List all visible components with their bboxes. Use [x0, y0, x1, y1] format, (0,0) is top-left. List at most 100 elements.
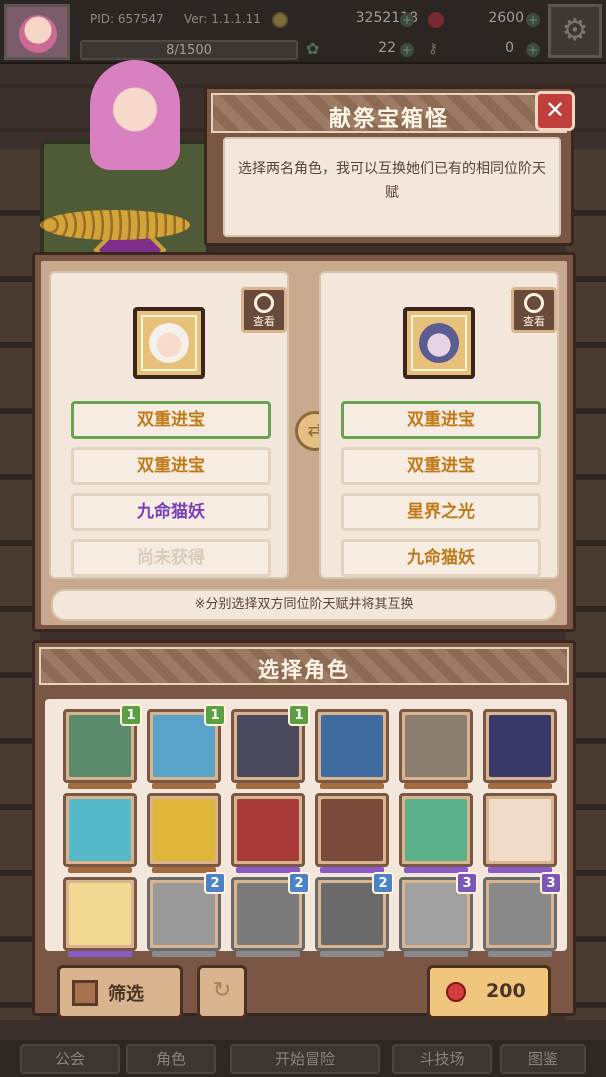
xp-text: 8/1500 [166, 43, 212, 58]
reset-button[interactable]: ↻ [197, 965, 247, 1019]
settings-gear-icon[interactable]: ⚙ [548, 4, 602, 58]
character-select-title-bar: 选择角色 [39, 647, 569, 685]
left-talent-1[interactable]: 双重进宝 [71, 401, 271, 439]
brown-hair-girl-icon [321, 799, 383, 861]
ruby-gem-icon [428, 12, 444, 28]
slot-rarity-bar [68, 783, 132, 789]
character-slot[interactable]: 1 [63, 704, 142, 789]
event-title: 献祭宝箱怪 [328, 107, 449, 132]
swap-cost: 200 [486, 980, 526, 1002]
view-label: 查看 [523, 315, 545, 328]
ruby-gem-icon [446, 982, 466, 1002]
nav-start-adventure[interactable]: 开始冒险 [230, 1044, 380, 1074]
gem-amount: 2600 [488, 10, 524, 26]
player-avatar[interactable] [4, 4, 70, 60]
event-title-bar: 献祭宝箱怪 [211, 93, 567, 133]
character-slot[interactable] [315, 793, 389, 873]
character-select-title: 选择角色 [258, 658, 350, 682]
top-status-bar: PID: 657547 Ver: 1.1.1.11 8/1500 3252118… [0, 0, 606, 64]
add-clover-icon[interactable]: + [400, 43, 414, 57]
character-slot-locked[interactable]: 3 [483, 872, 562, 957]
cyan-hair-girl-icon [69, 799, 131, 861]
ninja-girl-icon [489, 715, 551, 777]
refresh-icon: ↻ [212, 978, 232, 1003]
add-gold-icon[interactable]: + [400, 13, 414, 27]
player-id: PID: 657547 [90, 12, 164, 26]
slot-rarity-bar [488, 951, 552, 957]
right-talent-3[interactable]: 星界之光 [341, 493, 541, 531]
talent-count-badge: 1 [288, 704, 310, 726]
portrait-frame [411, 315, 467, 371]
version-label: Ver: 1.1.1.11 [184, 12, 261, 26]
left-character-card: 查看 双重进宝 双重进宝 九命猫妖 尚未获得 [49, 271, 289, 579]
character-slot[interactable] [63, 877, 137, 957]
slot-rarity-bar [236, 783, 300, 789]
filter-button[interactable]: 筛选 [57, 965, 183, 1019]
blonde-priestess-icon [69, 883, 131, 945]
character-slot-locked[interactable]: 2 [315, 872, 394, 957]
teal-hair-girl-icon [405, 799, 467, 861]
nav-codex[interactable]: 图鉴 [500, 1044, 586, 1074]
slot-rarity-bar [404, 951, 468, 957]
character-slot-locked[interactable]: 2 [147, 872, 226, 957]
right-talent-2[interactable]: 双重进宝 [341, 447, 541, 485]
character-slot[interactable]: 1 [147, 704, 226, 789]
nav-arena[interactable]: 斗技场 [392, 1044, 492, 1074]
bottom-navigation: 公会 角色 开始冒险 斗技场 图鉴 [0, 1040, 606, 1077]
golden-girl-icon [153, 799, 215, 861]
swap-inner: 查看 双重进宝 双重进宝 九命猫妖 尚未获得 ⇄ 查看 双重进宝 双重进宝 星界… [41, 261, 567, 625]
talent-count-badge: 3 [540, 872, 562, 894]
character-slot[interactable] [399, 709, 473, 789]
mimic-character-art [20, 60, 210, 300]
clover-icon: ✿ [306, 39, 320, 58]
xp-bar: 8/1500 [80, 40, 298, 60]
add-key-icon[interactable]: + [526, 43, 540, 57]
left-talent-2[interactable]: 双重进宝 [71, 447, 271, 485]
blonde-horned-girl-icon [489, 799, 551, 861]
talent-count-badge: 2 [204, 872, 226, 894]
silver-hair-girl-icon [419, 323, 459, 363]
grid-filter-icon [72, 980, 98, 1006]
key-amount: 0 [505, 40, 514, 56]
right-view-button[interactable]: 查看 [511, 287, 557, 333]
left-view-button[interactable]: 查看 [241, 287, 287, 333]
left-character-portrait[interactable] [133, 307, 205, 379]
event-description: 选择两名角色，我可以互换她们已有的相同位阶天赋 [238, 161, 546, 201]
right-talent-1[interactable]: 双重进宝 [341, 401, 541, 439]
portrait-frame [141, 315, 197, 371]
nav-characters[interactable]: 角色 [126, 1044, 216, 1074]
left-talent-3[interactable]: 九命猫妖 [71, 493, 271, 531]
character-slot-locked[interactable]: 3 [399, 872, 478, 957]
character-slot[interactable] [483, 793, 557, 873]
character-slot[interactable] [63, 793, 137, 873]
view-label: 查看 [253, 315, 275, 328]
clover-amount: 22 [378, 40, 396, 56]
right-talent-4[interactable]: 九命猫妖 [341, 539, 541, 577]
character-select-panel: 选择角色 1 1 1 2 2 2 3 3 筛选 ↻ 200 [32, 640, 576, 1019]
character-slot-locked[interactable]: 2 [231, 872, 310, 957]
magnifier-icon [524, 293, 544, 313]
nav-guild[interactable]: 公会 [20, 1044, 120, 1074]
left-talent-4: 尚未获得 [71, 539, 271, 577]
character-slot[interactable]: 1 [231, 704, 310, 789]
slot-rarity-bar [152, 783, 216, 789]
talent-count-badge: 2 [288, 872, 310, 894]
slot-rarity-bar [320, 783, 384, 789]
character-slot[interactable] [147, 793, 221, 873]
right-character-portrait[interactable] [403, 307, 475, 379]
character-slot[interactable] [483, 709, 557, 789]
navy-hair-girl-icon [321, 715, 383, 777]
white-hair-girl-icon [149, 323, 189, 363]
filter-label: 筛选 [108, 984, 144, 1005]
talent-count-badge: 3 [456, 872, 478, 894]
event-description-box: 选择两名角色，我可以互换她们已有的相同位阶天赋 [223, 137, 561, 237]
swap-instruction-note: ※分别选择双方同位阶天赋并将其互换 [51, 589, 557, 621]
slot-rarity-bar [68, 951, 132, 957]
close-button[interactable]: ✕ [535, 91, 575, 131]
character-slot[interactable] [315, 709, 389, 789]
character-slot[interactable] [399, 793, 473, 873]
add-gem-icon[interactable]: + [526, 13, 540, 27]
event-dialog: 献祭宝箱怪 ✕ 选择两名角色，我可以互换她们已有的相同位阶天赋 [204, 86, 575, 246]
character-slot[interactable] [231, 793, 305, 873]
confirm-swap-button[interactable]: 200 [427, 965, 551, 1019]
